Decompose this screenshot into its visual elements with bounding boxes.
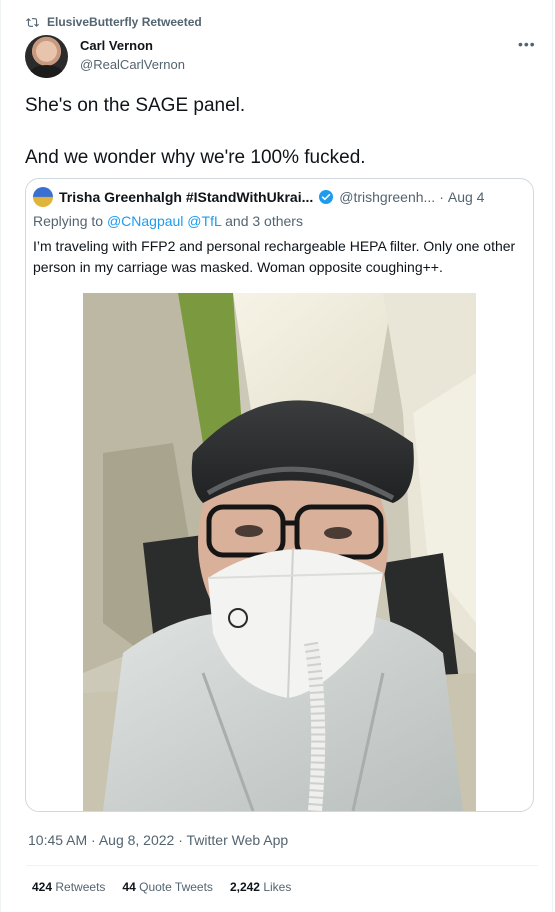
quoted-separator: · <box>439 189 444 205</box>
reply-context: Replying to @CNagpaul @TfL and 3 others <box>33 213 303 229</box>
reply-suffix: and 3 others <box>221 213 303 229</box>
likes-count: 2,242 <box>229 880 260 894</box>
quoted-date[interactable]: Aug 4 <box>448 189 485 205</box>
quoted-author-avatar[interactable] <box>33 187 53 207</box>
quoted-tweet-text: I’m traveling with FFP2 and personal rec… <box>33 238 516 275</box>
right-border <box>552 0 553 912</box>
tweet-timestamp[interactable]: 10:45 AM · Aug 8, 2022 · Twitter Web App <box>28 832 288 848</box>
left-border <box>0 0 1 912</box>
quote-tweets-label: Quote Tweets <box>139 880 213 894</box>
divider <box>26 865 538 866</box>
retweets-count: 424 <box>32 880 53 894</box>
likes-stat[interactable]: 2,242 Likes <box>230 880 291 894</box>
retweets-label: Retweets <box>55 880 106 894</box>
quoted-author-name[interactable]: Trisha Greenhalgh #IStandWithUkrai... <box>59 189 313 205</box>
author-block[interactable]: Carl Vernon @RealCarlVernon <box>80 38 185 72</box>
retweet-context-label: ElusiveButterfly Retweeted <box>47 15 202 29</box>
quoted-author-handle[interactable]: @trishgreenh... <box>339 189 435 205</box>
tweet-line-1: She's on the SAGE panel. <box>25 95 246 116</box>
quoted-tweet-photo[interactable] <box>83 293 476 811</box>
quoted-tweet-header: Trisha Greenhalgh #IStandWithUkrai... @t… <box>33 187 484 207</box>
reply-mentions[interactable]: @CNagpaul @TfL <box>107 213 221 229</box>
reply-prefix: Replying to <box>33 213 107 229</box>
likes-label: Likes <box>263 880 292 894</box>
photo-illustration <box>83 293 476 811</box>
quote-tweets-count: 44 <box>122 880 136 894</box>
retweets-stat[interactable]: 424 Retweets <box>32 880 105 894</box>
more-options-icon[interactable]: ••• <box>518 36 536 52</box>
retweet-icon <box>26 17 39 27</box>
tweet-line-2: And we wonder why we're 100% fucked. <box>25 147 366 168</box>
tweet-text: She's on the SAGE panel. And we wonder w… <box>25 93 525 171</box>
tweet-stats: 424 Retweets 44 Quote Tweets 2,242 Likes <box>32 880 291 894</box>
retweet-context[interactable]: ElusiveButterfly Retweeted <box>26 15 202 29</box>
author-name[interactable]: Carl Vernon <box>80 38 185 53</box>
author-avatar[interactable] <box>25 35 68 78</box>
author-handle[interactable]: @RealCarlVernon <box>80 57 185 72</box>
quoted-tweet[interactable]: Trisha Greenhalgh #IStandWithUkrai... @t… <box>25 178 534 812</box>
quote-tweets-stat[interactable]: 44 Quote Tweets <box>122 880 213 894</box>
verified-badge-icon <box>319 190 334 204</box>
